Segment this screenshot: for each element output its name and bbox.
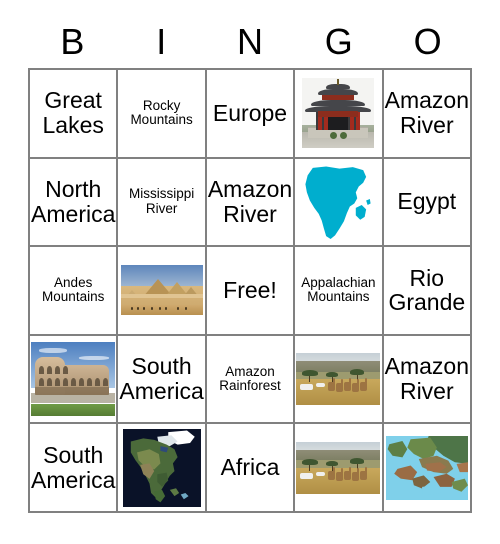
- bingo-cell-label: Rocky Mountains: [130, 97, 193, 128]
- chinese-pagoda-temple-photo-icon: [296, 71, 380, 156]
- bingo-header-letter-i: I: [156, 21, 167, 62]
- africa-continent-silhouette-icon: [296, 160, 380, 245]
- bingo-cell-text[interactable]: North America: [30, 158, 119, 248]
- bingo-cell-text[interactable]: Africa: [206, 424, 296, 513]
- bingo-cell-label: Europe: [212, 99, 288, 126]
- bingo-cell-text[interactable]: Amazon Rainforest: [206, 335, 296, 425]
- african-savanna-giraffes-photo-icon: [296, 337, 381, 422]
- bingo-cell-label: South America: [31, 441, 116, 493]
- bingo-cell-text[interactable]: Amazon River: [383, 335, 472, 425]
- bingo-cell-text[interactable]: Amazon River: [383, 70, 472, 159]
- bingo-cell-image[interactable]: [295, 424, 384, 513]
- bingo-cell-text[interactable]: Appalachian Mountains: [295, 247, 384, 336]
- bingo-cell-image[interactable]: [295, 335, 384, 425]
- bingo-cell-label: Rio Grande: [388, 264, 466, 316]
- bingo-cell-label: North America: [31, 176, 116, 227]
- bingo-cell-text[interactable]: Rio Grande: [383, 247, 472, 336]
- bingo-cell-text[interactable]: South America: [30, 424, 119, 513]
- bingo-cell-label: Egypt: [397, 188, 457, 215]
- bingo-cell-text[interactable]: Egypt: [383, 158, 472, 248]
- bingo-cell-text[interactable]: Amazon River: [206, 158, 296, 248]
- bingo-cell-label: Amazon River: [384, 87, 469, 139]
- bingo-cell-label: Amazon Rainforest: [219, 363, 281, 394]
- african-savanna-giraffes-photo-icon: [296, 425, 381, 510]
- bingo-cell-label: South America: [119, 353, 204, 405]
- europe-physical-map-icon: [385, 425, 469, 510]
- bingo-header: BINGO: [28, 18, 472, 66]
- bingo-cell-text[interactable]: Great Lakes: [30, 70, 119, 159]
- bingo-cell-image[interactable]: [295, 70, 384, 159]
- bingo-cell-label: Andes Mountains: [42, 274, 105, 305]
- colosseum-rome-photo-icon: [31, 337, 116, 422]
- bingo-cell-label: Mississippi River: [128, 186, 195, 216]
- bingo-cell-text[interactable]: Mississippi River: [118, 158, 207, 248]
- bingo-cell-text[interactable]: Rocky Mountains: [118, 70, 207, 159]
- bingo-grid: Great Lakes Rocky Mountains Europe Amazon R…: [28, 68, 472, 513]
- bingo-cell-label: Africa: [220, 454, 280, 481]
- bingo-cell-image[interactable]: [118, 247, 207, 336]
- bingo-cell-image[interactable]: [383, 424, 472, 513]
- bingo-header-letter-b: B: [60, 21, 85, 62]
- bingo-cell-image[interactable]: [30, 335, 119, 425]
- bingo-cell-label: Free!: [223, 277, 277, 304]
- bingo-cell-label: Amazon River: [384, 353, 469, 405]
- bingo-cell-label: Appalachian Mountains: [301, 274, 376, 305]
- bingo-header-letter-o: O: [413, 21, 442, 62]
- bingo-header-letter-n: N: [236, 21, 263, 62]
- bingo-cell-label: Great Lakes: [42, 87, 104, 139]
- bingo-header-letter-g: G: [324, 21, 353, 62]
- bingo-cell-text[interactable]: Free!: [206, 247, 296, 336]
- bingo-cell-label: Amazon River: [207, 176, 293, 227]
- bingo-cell-image[interactable]: [118, 424, 207, 513]
- bingo-cell-image[interactable]: [295, 158, 384, 248]
- pyramids-of-giza-photo-icon: [119, 248, 203, 333]
- north-america-satellite-map-icon: [119, 425, 203, 510]
- bingo-card: B I N G O Great Lakes Rocky Mountains Europe Am…: [0, 0, 500, 544]
- bingo-cell-text[interactable]: Andes Mountains: [30, 247, 119, 336]
- bingo-cell-text[interactable]: South America: [118, 335, 207, 425]
- bingo-cell-text[interactable]: Europe: [206, 70, 296, 159]
